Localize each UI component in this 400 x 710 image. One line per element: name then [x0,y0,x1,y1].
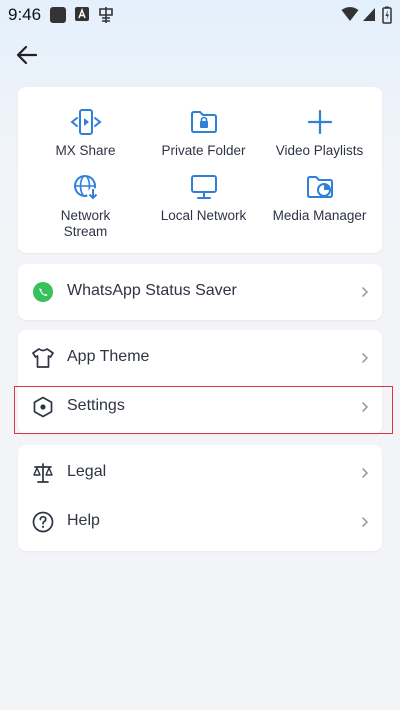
private-folder-icon [190,111,217,133]
tile-label: Private Folder [161,143,246,158]
mx-share-icon [69,109,102,135]
chevron-right-icon [362,353,369,363]
tile-label: Video Playlists [275,143,364,158]
legal-row[interactable]: Legal [18,449,382,497]
status-bar: 9:46 [0,0,400,30]
chevron-right-icon [362,287,369,297]
tile-label: Media Manager [272,208,367,223]
scales-icon [33,463,53,483]
tile-label: Local Network [160,208,247,223]
whatsapp-status-saver-row[interactable]: WhatsApp Status Saver [18,268,382,316]
tile-label: Network Stream [60,208,111,239]
info-card: Legal Help [18,445,382,551]
media-manager-icon [306,176,333,198]
row-label: Settings [67,397,125,414]
plus-icon [307,109,332,135]
square-notification-icon [49,6,67,29]
tile-media-manager[interactable]: Media Manager [259,173,380,224]
back-button[interactable] [14,42,42,68]
row-label: Help [67,512,100,529]
shortcuts-card: MX Share Private Folder Video Playlists … [18,87,382,253]
a-notification-icon [74,6,90,27]
arrow-left-icon [16,45,38,65]
network-stream-icon [73,175,99,200]
hexagon-icon [33,396,53,418]
tile-mx-share[interactable]: MX Share [25,108,146,159]
row-label: WhatsApp Status Saver [67,282,237,299]
signal-icon [362,6,376,27]
tile-label: MX Share [55,143,116,158]
local-network-icon [190,175,217,199]
preferences-card: App Theme Settings [18,330,382,434]
app-theme-row[interactable]: App Theme [18,334,382,382]
glyph-notification-icon [97,6,115,29]
help-circle-icon [32,511,54,533]
tile-video-playlists[interactable]: Video Playlists [259,108,380,159]
chevron-right-icon [362,517,369,527]
tile-local-network[interactable]: Local Network [143,173,264,224]
tile-network-stream[interactable]: Network Stream [25,173,146,239]
status-time: 9:46 [8,5,42,24]
row-label: App Theme [67,348,150,365]
wifi-icon [341,6,359,27]
settings-row[interactable]: Settings [18,383,382,431]
shirt-icon [32,348,54,368]
tile-private-folder[interactable]: Private Folder [143,108,264,159]
battery-icon [382,6,392,29]
whatsapp-icon [33,282,53,302]
chevron-right-icon [362,468,369,478]
help-row[interactable]: Help [18,498,382,546]
whatsapp-card: WhatsApp Status Saver [18,264,382,320]
row-label: Legal [67,463,107,480]
chevron-right-icon [362,402,369,412]
